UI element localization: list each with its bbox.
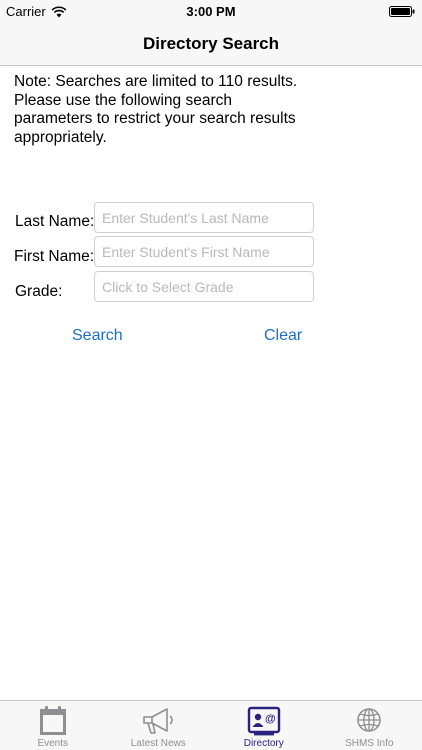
- last-name-input[interactable]: [94, 202, 314, 233]
- svg-text:@: @: [265, 713, 276, 725]
- search-button[interactable]: Search: [72, 327, 123, 345]
- globe-icon: [357, 708, 381, 732]
- first-name-label: First Name:: [14, 248, 95, 265]
- directory-card-icon: @: [247, 706, 280, 736]
- grade-label: Grade:: [15, 283, 63, 300]
- megaphone-icon: [143, 708, 173, 734]
- grade-select-field[interactable]: [94, 271, 314, 302]
- navigation-bar: Directory Search: [0, 24, 422, 66]
- status-time: 3:00 PM: [186, 4, 236, 19]
- battery-icon: [389, 6, 415, 17]
- tab-shms-info-label: SHMS Info: [345, 738, 394, 749]
- tab-bar: Events Latest News @ Directory SHMS Info: [0, 700, 422, 750]
- search-limit-note: Note: Searches are limited to 110 result…: [14, 73, 298, 146]
- tab-directory-label: Directory: [243, 738, 284, 749]
- last-name-label: Last Name:: [15, 213, 95, 230]
- first-name-input[interactable]: [94, 236, 314, 267]
- status-bar: Carrier 3:00 PM: [0, 0, 422, 24]
- tab-latest-news[interactable]: Latest News: [106, 701, 212, 750]
- calendar-icon: [39, 706, 66, 735]
- tab-events[interactable]: Events: [0, 701, 106, 750]
- tab-latest-news-label: Latest News: [130, 738, 186, 749]
- clear-button[interactable]: Clear: [264, 327, 302, 345]
- tab-events-label: Events: [37, 738, 69, 749]
- screen: Carrier 3:00 PM Directory Search Note: S…: [0, 0, 422, 750]
- tab-directory[interactable]: @ Directory: [211, 701, 317, 750]
- tab-shms-info[interactable]: SHMS Info: [317, 701, 422, 750]
- page-title: Directory Search: [142, 34, 280, 53]
